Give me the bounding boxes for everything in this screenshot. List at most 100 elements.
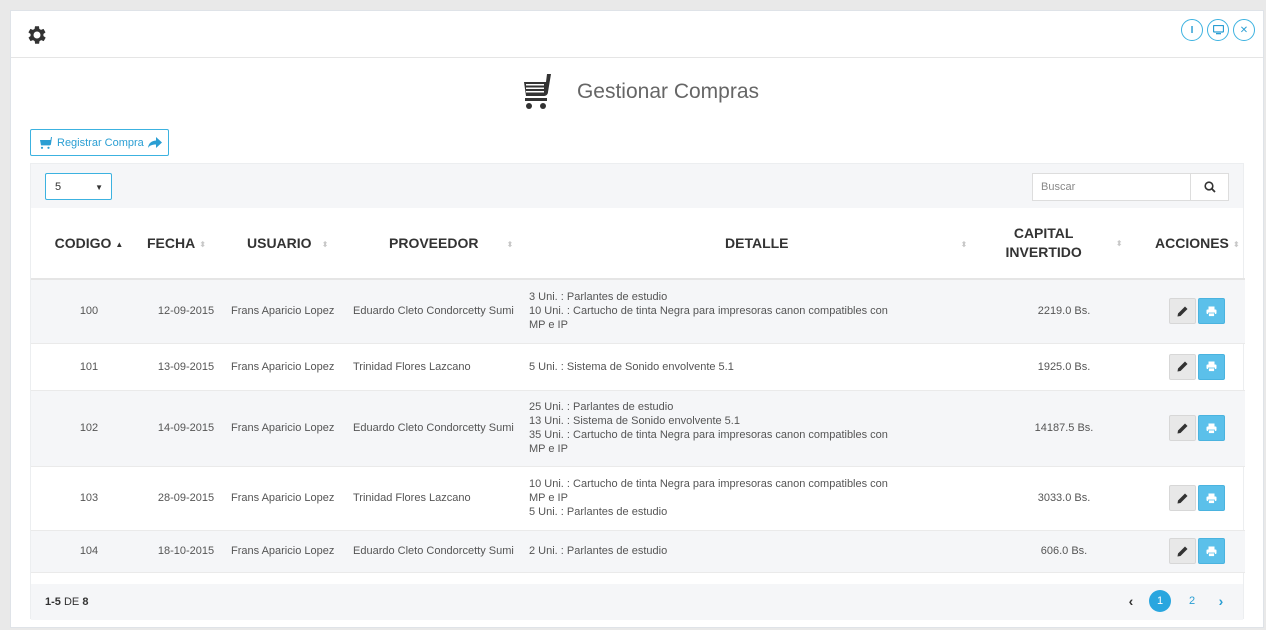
print-button[interactable] [1198, 298, 1225, 325]
cell-acciones [1149, 466, 1245, 530]
page-title: Gestionar Compras [576, 80, 760, 103]
cell-capital: 606.0 Bs. [1040, 545, 1088, 557]
detail-line: 3 Uni. : Parlantes de estudio [529, 291, 668, 304]
table-row: 101 13-09-2015 Frans Aparicio Lopez Trinida… [31, 343, 1245, 390]
table-row: 103 28-09-2015 Frans Aparicio Lopez Trinida… [31, 466, 1245, 530]
cell-detalle: 5 Uni. : Sistema de Sonido envolvente 5.… [523, 343, 979, 390]
edit-button[interactable] [1169, 353, 1196, 380]
pencil-icon [1177, 423, 1188, 433]
chevron-down-icon: ▼ [95, 183, 103, 192]
print-button[interactable] [1198, 538, 1225, 564]
col-header-acciones[interactable]: ACCIONES ⬍ [1149, 208, 1245, 280]
cell-usuario: Frans Aparicio Lopez [231, 492, 335, 504]
shopping-cart-icon [523, 74, 551, 109]
close-icon[interactable]: ✕ [1233, 19, 1255, 41]
register-purchase-button[interactable]: Registrar Compra [30, 129, 169, 156]
cell-acciones [1149, 530, 1245, 572]
search-box [1032, 173, 1229, 201]
cell-proveedor: Trinidad Flores Lazcano [353, 492, 471, 504]
cell-usuario: Frans Aparicio Lopez [231, 545, 335, 557]
row-actions [1169, 415, 1225, 441]
page-1-button[interactable]: 1 [1149, 590, 1171, 612]
cell-codigo: 100 [79, 305, 99, 318]
info-icon[interactable]: I [1181, 19, 1203, 41]
cell-capital: 3033.0 Bs. [1037, 492, 1091, 504]
page-2-button[interactable]: 2 [1181, 590, 1203, 612]
table-row: 104 18-10-2015 Frans Aparicio Lopez Eduardo… [31, 530, 1245, 572]
range-label: 1-5 [45, 596, 61, 608]
cell-capital: 14187.5 Bs. [1034, 422, 1094, 434]
table-row: 102 14-09-2015 Frans Aparicio Lopez Eduardo… [31, 390, 1245, 466]
col-header-fecha[interactable]: FECHA ⬍ [147, 208, 225, 280]
cell-detalle: 25 Uni. : Parlantes de estudio 13 Uni. : … [523, 390, 979, 466]
search-button[interactable] [1190, 174, 1228, 200]
page-size-select[interactable]: 5 ▼ [45, 173, 112, 200]
cell-proveedor: Eduardo Cleto Condorcetty Sumi [353, 305, 514, 318]
search-input[interactable] [1033, 174, 1190, 200]
cell-fecha: 28-09-2015 [157, 492, 215, 504]
col-header-capital[interactable]: CAPITAL INVERTIDO ⬍ [979, 208, 1149, 280]
cell-codigo: 104 [79, 545, 99, 557]
register-purchase-label: Registrar Compra [57, 136, 144, 149]
print-icon [1206, 361, 1217, 372]
cell-fecha: 14-09-2015 [157, 422, 215, 434]
arrow-right-icon [147, 137, 162, 148]
cell-acciones [1149, 279, 1245, 343]
edit-button[interactable] [1169, 485, 1196, 511]
pencil-icon [1177, 546, 1188, 556]
cell-detalle: 3 Uni. : Parlantes de estudio 10 Uni. : C… [523, 279, 979, 343]
print-button[interactable] [1198, 485, 1225, 511]
page-size-value: 5 [55, 180, 62, 193]
edit-button[interactable] [1169, 298, 1196, 325]
print-icon [1206, 546, 1217, 557]
col-header-usuario[interactable]: USUARIO ⬍ [225, 208, 347, 280]
page-header: Gestionar Compras [11, 69, 1263, 115]
detail-line: MP e IP [529, 492, 568, 504]
table-footer: 1-5 DE 8 ‹ 1 2 › [31, 584, 1243, 620]
print-button[interactable] [1198, 415, 1225, 441]
cell-acciones [1149, 343, 1245, 390]
cell-detalle: 10 Uni. : Cartucho de tinta Negra para i… [523, 466, 979, 530]
cell-usuario: Frans Aparicio Lopez [231, 360, 335, 373]
detail-line: 25 Uni. : Parlantes de estudio [529, 401, 674, 413]
col-header-proveedor[interactable]: PROVEEDOR ⬍ [347, 208, 523, 280]
chevron-right-icon[interactable]: › [1213, 593, 1229, 609]
total-count: 8 [82, 596, 89, 608]
cell-fecha: 12-09-2015 [157, 305, 215, 318]
cell-proveedor: Eduardo Cleto Condorcetty Sumi [353, 422, 514, 434]
cell-proveedor: Eduardo Cleto Condorcetty Sumi [353, 545, 514, 557]
pencil-icon [1177, 493, 1188, 503]
pencil-icon [1177, 361, 1188, 372]
window-buttons: I ✕ [1181, 19, 1255, 41]
cell-capital: 1925.0 Bs. [1037, 360, 1091, 373]
sort-icon: ⬍ [199, 240, 206, 249]
print-icon [1206, 306, 1217, 317]
cart-icon [40, 136, 52, 149]
detail-line: MP e IP [529, 319, 568, 332]
purchases-table-container: 5 ▼ CODIGO▲ FECHA⬍ [30, 163, 1245, 620]
monitor-icon[interactable] [1207, 19, 1229, 41]
detail-line: 13 Uni. : Sistema de Sonido envolvente 5… [529, 415, 740, 427]
gear-icon[interactable] [25, 23, 49, 47]
detail-line: 10 Uni. : Cartucho de tinta Negra para i… [529, 478, 888, 490]
row-actions [1169, 298, 1225, 325]
print-button[interactable] [1198, 353, 1225, 380]
detail-line: 2 Uni. : Parlantes de estudio [529, 545, 668, 557]
edit-button[interactable] [1169, 415, 1196, 441]
col-header-detalle[interactable]: DETALLE ⬍ [523, 208, 979, 280]
detail-line: 35 Uni. : Cartucho de tinta Negra para i… [529, 429, 888, 441]
cell-usuario: Frans Aparicio Lopez [231, 305, 335, 318]
detail-line: 5 Uni. : Sistema de Sonido envolvente 5.… [529, 360, 734, 373]
of-label: DE [63, 596, 80, 608]
col-header-codigo[interactable]: CODIGO ▲ [31, 208, 147, 280]
cell-codigo: 102 [79, 422, 99, 434]
search-icon [1203, 181, 1216, 193]
pagination: ‹ 1 2 › [1123, 590, 1229, 612]
print-icon [1206, 423, 1217, 434]
chevron-left-icon[interactable]: ‹ [1123, 593, 1139, 609]
sort-icon: ⬍ [960, 240, 968, 249]
cell-capital: 2219.0 Bs. [1037, 305, 1091, 318]
purchases-table: CODIGO ▲ FECHA ⬍ USUARIO ⬍ PROVEEDOR ⬍ DETAL… [31, 208, 1245, 573]
edit-button[interactable] [1169, 538, 1196, 564]
record-count: 1-5 DE 8 [45, 596, 88, 608]
